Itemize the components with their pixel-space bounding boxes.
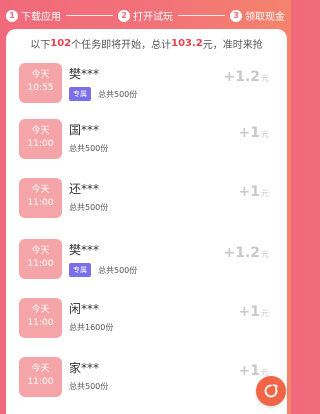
- step-divider: [178, 15, 225, 16]
- task-day: 今天: [31, 305, 50, 315]
- reward-unit: 元: [261, 189, 269, 198]
- task-day: 今天: [31, 126, 50, 136]
- task-reward: +1.2元: [223, 69, 269, 85]
- reward-unit: 元: [261, 130, 269, 139]
- task-meta: 专属 总共500份: [69, 87, 137, 101]
- notice-amount: 103.2: [171, 38, 203, 49]
- task-day: 今天: [31, 246, 50, 256]
- task-name: 家***: [69, 361, 100, 375]
- task-meta: 总共500份: [69, 381, 108, 392]
- task-time: 11:00: [27, 198, 54, 208]
- reward-unit: 元: [261, 74, 269, 83]
- reward-amount: +1.2: [223, 245, 260, 261]
- reward-amount: +1.2: [223, 69, 260, 85]
- task-day: 今天: [31, 70, 50, 80]
- task-meta: 总共500份: [69, 202, 108, 213]
- refresh-button[interactable]: [256, 376, 286, 406]
- task-item-6[interactable]: 今天 11:00 家*** 总共500份 +1元: [6, 357, 287, 414]
- task-name: 闲***: [69, 302, 100, 316]
- task-time-badge: 今天 11:00: [19, 119, 62, 159]
- task-time: 10:55: [27, 83, 54, 93]
- reward-unit: 元: [261, 309, 269, 318]
- task-time: 11:00: [27, 139, 54, 149]
- task-time-badge: 今天 11:00: [19, 298, 62, 338]
- task-item-4[interactable]: 今天 11:00 樊*** 专属 总共500份 +1.2元: [6, 239, 287, 297]
- task-reward: +1元: [239, 304, 269, 320]
- task-total: 总共1600份: [69, 323, 114, 332]
- steps-bar: 1 下载应用 2 打开试玩 3 领取现金: [0, 0, 291, 31]
- task-time-badge: 今天 10:55: [19, 63, 62, 103]
- task-item-1[interactable]: 今天 10:55 樊*** 专属 总共500份 +1.2元: [6, 63, 287, 121]
- task-total: 总共500份: [69, 203, 109, 212]
- task-total: 总共500份: [98, 265, 138, 275]
- step-3: 3 领取现金: [230, 8, 285, 23]
- task-notice: 以下 102 个任务即将开始，总计 103.2 元，准时来抢: [6, 29, 287, 58]
- task-name: 国***: [69, 123, 100, 137]
- step-number: 3: [230, 9, 242, 22]
- task-day: 今天: [31, 364, 50, 374]
- task-meta: 专属 总共500份: [69, 263, 137, 277]
- task-total: 总共500份: [69, 144, 109, 153]
- step-2: 2 打开试玩: [118, 8, 173, 23]
- task-meta: 总共1600份: [69, 322, 113, 333]
- refresh-icon: [264, 384, 278, 398]
- reward-amount: +1: [238, 304, 260, 320]
- reward-amount: +1: [238, 125, 260, 141]
- step-label: 领取现金: [245, 12, 285, 23]
- exclusive-tag: 专属: [69, 263, 91, 277]
- task-reward: +1.2元: [223, 245, 269, 261]
- task-reward: +1元: [239, 125, 269, 141]
- step-number: 2: [118, 9, 130, 22]
- exclusive-tag: 专属: [69, 87, 91, 101]
- task-time-badge: 今天 11:00: [19, 239, 62, 279]
- step-label: 下载应用: [21, 12, 61, 23]
- step-1: 1 下载应用: [6, 8, 61, 23]
- step-divider: [66, 15, 113, 16]
- task-time: 11:00: [27, 318, 54, 328]
- task-total: 总共500份: [98, 89, 138, 99]
- reward-amount: +1: [238, 184, 260, 200]
- task-item-5[interactable]: 今天 11:00 闲*** 总共1600份 +1元: [6, 298, 287, 356]
- task-day: 今天: [31, 185, 50, 195]
- task-meta: 总共500份: [69, 143, 108, 154]
- task-reward: +1元: [239, 184, 269, 200]
- notice-count: 102: [50, 38, 72, 49]
- task-name: 樊***: [69, 243, 100, 257]
- reward-amount: +1: [238, 363, 260, 379]
- task-name: 还***: [69, 182, 100, 196]
- step-label: 打开试玩: [133, 12, 173, 23]
- task-item-2[interactable]: 今天 11:00 国*** 总共500份 +1元: [6, 119, 287, 177]
- task-time-badge: 今天 11:00: [19, 357, 62, 397]
- task-card: 以下 102 个任务即将开始，总计 103.2 元，准时来抢 今天 10:55 …: [6, 29, 287, 414]
- notice-suffix: 元，准时来抢: [202, 40, 263, 51]
- step-number: 1: [6, 9, 18, 22]
- task-total: 总共500份: [69, 382, 109, 391]
- task-item-3[interactable]: 今天 11:00 还*** 总共500份 +1元: [6, 178, 287, 236]
- reward-unit: 元: [261, 250, 269, 259]
- task-time: 11:00: [27, 377, 54, 387]
- task-name: 樊***: [69, 67, 100, 81]
- task-time-badge: 今天 11:00: [19, 178, 62, 218]
- task-time: 11:00: [27, 259, 54, 269]
- notice-prefix: 以下: [30, 40, 51, 51]
- notice-middle: 个任务即将开始，总计: [71, 40, 172, 51]
